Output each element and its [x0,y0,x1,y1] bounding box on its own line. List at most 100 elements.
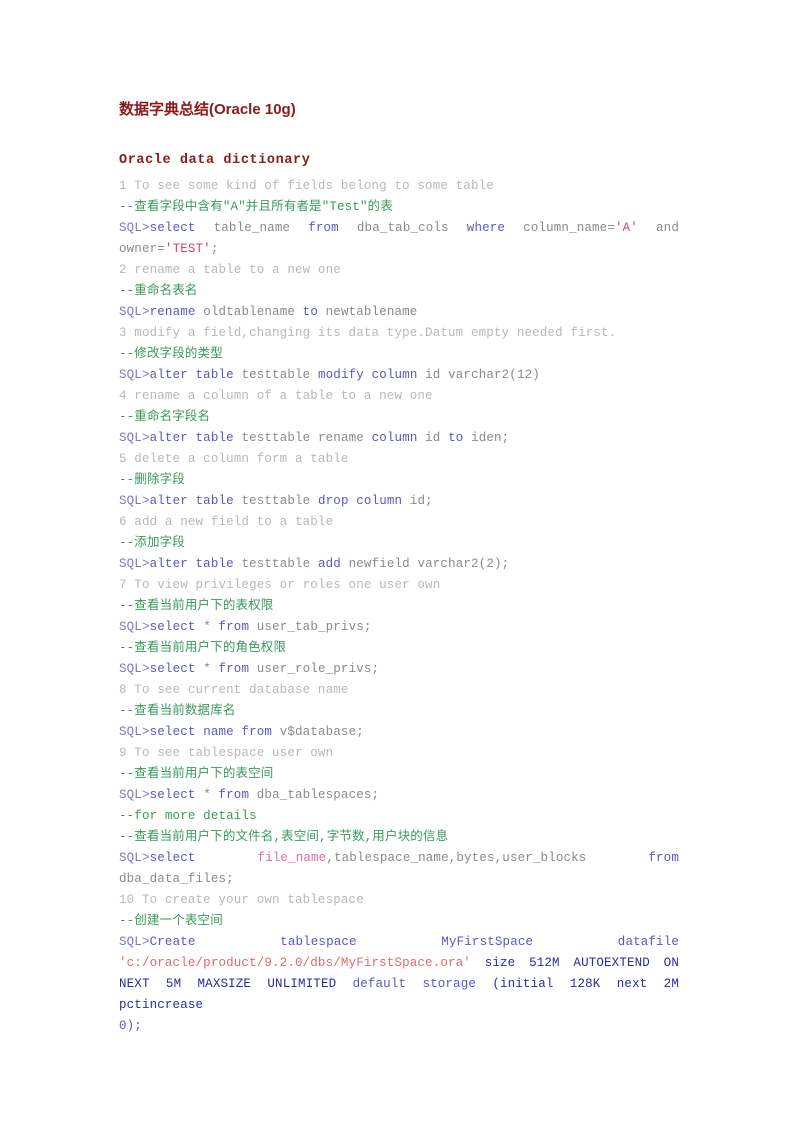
description-line-7: 7 To view privileges or roles one user o… [119,575,679,596]
desc-text: 8 To see current database name [119,683,349,697]
sql-keyword-column: column [356,494,403,508]
comment-text: --查看字段中含有"A"并且所有者是"Test"的表 [119,200,393,214]
sql-line-1: SQL>select table_name from dba_tab_cols … [119,218,679,260]
sql-keyword-and: and [656,221,679,235]
sql-prompt: SQL> [119,788,150,802]
page-title: 数据字典总结(Oracle 10g) [119,101,296,118]
sql-keyword-select: select [149,620,196,634]
comment-line-9-detail: --查看当前用户下的文件名,表空间,字节数,用户块的信息 [119,827,679,848]
comment-line-7b: --查看当前用户下的角色权限 [119,638,679,659]
sql-line-9b: SQL>select file_name,tablespace_name,byt… [119,848,679,890]
sql-identifier-testtable: testtable [241,494,311,508]
description-line-6: 6 add a new field to a table [119,512,679,533]
sql-identifier-owner: owner= [119,242,165,256]
sql-identifier-file-name: file_name [257,851,327,865]
sql-keyword-from: from [648,851,679,865]
sql-string-a: 'A' [614,221,638,235]
sql-keyword-rename: rename [317,431,364,445]
document-content: 数据字典总结(Oracle 10g) Oracle data dictionar… [119,100,679,1037]
sql-prompt: SQL> [119,368,150,382]
comment-text: --添加字段 [119,536,185,550]
comment-line-9-more: --for more details [119,806,679,827]
sql-keyword-modify: modify [317,368,364,382]
sql-line-2: SQL>rename oldtablename to newtablename [119,302,679,323]
sql-prompt: SQL> [119,935,150,949]
sql-identifier-id-type: id varchar2(12) [425,368,540,382]
comment-text: --查看当前数据库名 [119,704,236,718]
sql-keyword-select: select [149,662,196,676]
document-page: 数据字典总结(Oracle 10g) Oracle data dictionar… [0,0,793,1122]
description-line-5: 5 delete a column form a table [119,449,679,470]
sql-prompt: SQL> [119,221,150,235]
comment-line-9: --查看当前用户下的表空间 [119,764,679,785]
sql-keyword-column: column [371,431,418,445]
sql-line-10-end: 0); [119,1016,679,1037]
sql-line-10-body: 'c:/oracle/product/9.2.0/dbs/MyFirstSpac… [119,953,679,1016]
sql-identifier-iden: iden; [471,431,510,445]
sql-line-7a: SQL>select * from user_tab_privs; [119,617,679,638]
comment-text: --修改字段的类型 [119,347,223,361]
comment-line-2: --重命名表名 [119,281,679,302]
sql-statement-terminator: 0); [119,1019,142,1033]
sql-keyword-select: select [149,725,196,739]
comment-text: --查看当前用户下的表空间 [119,767,274,781]
sql-line-3: SQL>alter table testtable modify column … [119,365,679,386]
comment-text: --for more details [119,809,257,823]
sql-keyword-table: table [195,431,234,445]
sql-semicolon: ; [210,242,219,256]
comment-text: --删除字段 [119,473,185,487]
sql-keyword-from: from [218,620,250,634]
sql-keyword-table: table [195,557,234,571]
sql-keyword-tablespace: tablespace [280,935,357,949]
sql-keyword-alter: alter [149,431,188,445]
sql-identifier-columns: ,tablespace_name,bytes,user_blocks [326,851,587,865]
comment-text: --重命名表名 [119,284,198,298]
sql-line-8: SQL>select name from v$database; [119,722,679,743]
sql-identifier-user-role-privs: user_role_privs; [256,662,380,676]
comment-line-5: --删除字段 [119,470,679,491]
sql-identifier-newfield: newfield varchar2(2); [348,557,510,571]
sql-identifier-dba-tab-cols: dba_tab_cols [356,221,449,235]
desc-text: 4 rename a column of a table to a new on… [119,389,433,403]
sql-keyword-from: from [241,725,273,739]
sql-identifier-oldtablename: oldtablename [203,305,296,319]
sql-identifier-myfirstspace: MyFirstSpace [441,935,534,949]
sql-identifier-dba-data-files: dba_data_files; [119,872,234,886]
sql-keyword-alter: alter [149,368,188,382]
sql-keyword-select: select [149,788,196,802]
desc-text: 7 To view privileges or roles one user o… [119,578,441,592]
sql-identifier-dba-tablespaces: dba_tablespaces; [256,788,380,802]
sql-keyword-default-storage: default storage [352,977,477,991]
sql-line-10-head: SQL>Create tablespace MyFirstSpace dataf… [119,932,679,953]
sql-line-9: SQL>select * from dba_tablespaces; [119,785,679,806]
sql-star: * [203,662,211,676]
comment-line-3: --修改字段的类型 [119,344,679,365]
sql-identifier-column-name: column_name= [523,221,615,235]
sql-keyword-from: from [308,221,339,235]
sql-identifier-id: id [425,431,441,445]
description-line-8: 8 To see current database name [119,680,679,701]
sql-keyword-datafile: datafile [617,935,680,949]
sql-star: * [203,620,211,634]
sql-identifier-user-tab-privs: user_tab_privs; [256,620,372,634]
sql-identifier-id: id; [409,494,433,508]
sql-line-7b: SQL>select * from user_role_privs; [119,659,679,680]
sql-prompt: SQL> [119,305,150,319]
sql-identifier-table-name: table_name [213,221,291,235]
sql-identifier-testtable: testtable [241,557,311,571]
comment-line-4: --重命名字段名 [119,407,679,428]
sql-identifier-testtable: testtable [241,368,311,382]
sql-identifier-newtablename: newtablename [325,305,418,319]
description-line-3: 3 modify a field,changing its data type.… [119,323,679,344]
sql-keyword-select: select [149,221,196,235]
desc-text: 6 add a new field to a table [119,515,334,529]
sql-keyword-add: add [317,557,341,571]
sql-string-path: 'c:/oracle/product/9.2.0/dbs/MyFirstSpac… [119,956,471,970]
sql-line-4: SQL>alter table testtable rename column … [119,428,679,449]
desc-text: 1 To see some kind of fields belong to s… [119,179,494,193]
sql-prompt: SQL> [119,431,150,445]
comment-text: --查看当前用户下的角色权限 [119,641,287,655]
sql-line-6: SQL>alter table testtable add newfield v… [119,554,679,575]
sql-keyword-to: to [448,431,464,445]
sql-line-5: SQL>alter table testtable drop column id… [119,491,679,512]
